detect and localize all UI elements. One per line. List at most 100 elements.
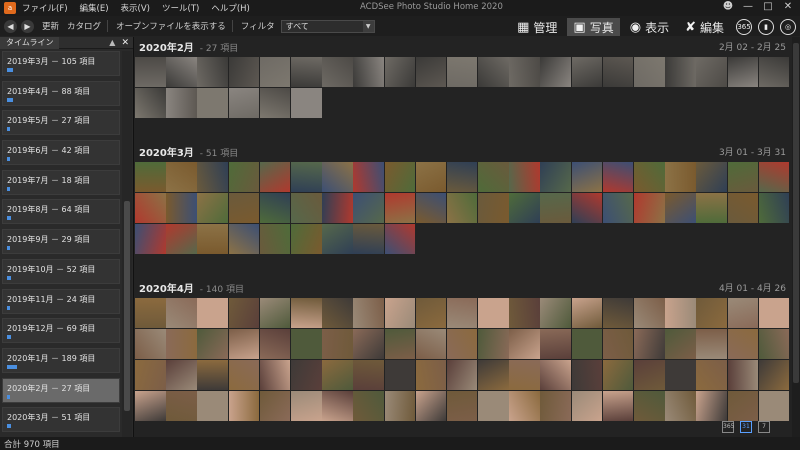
photo-thumbnail[interactable] bbox=[509, 298, 540, 328]
back-icon[interactable]: ◀ bbox=[4, 19, 17, 33]
photo-thumbnail[interactable] bbox=[228, 391, 260, 421]
photo-thumbnail[interactable] bbox=[135, 193, 166, 223]
photo-thumbnail[interactable] bbox=[259, 57, 291, 87]
photo-thumbnail[interactable] bbox=[696, 391, 727, 421]
photo-thumbnail[interactable] bbox=[353, 224, 384, 254]
timeline-item[interactable]: 2019年11月 － 24 項目 bbox=[2, 288, 120, 314]
photo-thumbnail[interactable] bbox=[259, 224, 291, 254]
photo-thumbnail[interactable] bbox=[478, 298, 509, 328]
photo-thumbnail[interactable] bbox=[197, 298, 228, 328]
photo-thumbnail[interactable] bbox=[290, 360, 322, 390]
photo-thumbnail[interactable] bbox=[696, 329, 727, 359]
photo-thumbnail[interactable] bbox=[290, 224, 322, 254]
photo-thumbnail[interactable] bbox=[571, 298, 603, 328]
timeline-item[interactable]: 2019年12月 － 69 項目 bbox=[2, 318, 120, 344]
photo-thumbnail[interactable] bbox=[415, 298, 447, 328]
tab-timeline[interactable]: タイムライン bbox=[0, 36, 60, 49]
photo-thumbnail[interactable] bbox=[540, 57, 572, 87]
calendar-year-icon[interactable]: 365 bbox=[722, 421, 734, 433]
photo-thumbnail[interactable] bbox=[384, 224, 416, 254]
photo-thumbnail[interactable] bbox=[602, 360, 634, 390]
photo-thumbnail[interactable] bbox=[166, 298, 197, 328]
photo-thumbnail[interactable] bbox=[135, 391, 166, 421]
photo-thumbnail[interactable] bbox=[634, 391, 665, 421]
timeline-item[interactable]: 2020年1月 － 189 項目 bbox=[2, 347, 120, 373]
photo-thumbnail[interactable] bbox=[384, 162, 416, 192]
photo-thumbnail[interactable] bbox=[322, 224, 353, 254]
photo-thumbnail[interactable] bbox=[478, 329, 509, 359]
photo-thumbnail[interactable] bbox=[758, 162, 790, 192]
photo-thumbnail[interactable] bbox=[228, 360, 260, 390]
group-header[interactable]: 2020年4月 - 140 項目 4月 01 - 4月 26 bbox=[135, 279, 792, 295]
photo-thumbnail[interactable] bbox=[290, 391, 322, 421]
photo-thumbnail[interactable] bbox=[478, 391, 509, 421]
photo-thumbnail[interactable] bbox=[758, 360, 790, 390]
photo-thumbnail[interactable] bbox=[758, 329, 790, 359]
photo-thumbnail[interactable] bbox=[135, 224, 166, 254]
photo-thumbnail[interactable] bbox=[135, 88, 166, 118]
photo-thumbnail[interactable] bbox=[758, 391, 790, 421]
photo-thumbnail[interactable] bbox=[446, 57, 478, 87]
photo-thumbnail[interactable] bbox=[478, 360, 509, 390]
photo-thumbnail[interactable] bbox=[166, 162, 197, 192]
eye-slash-icon[interactable]: ◎ bbox=[780, 19, 796, 35]
photo-thumbnail[interactable] bbox=[415, 360, 447, 390]
photo-thumbnail[interactable] bbox=[415, 391, 447, 421]
photo-thumbnail[interactable] bbox=[197, 224, 228, 254]
photo-thumbnail[interactable] bbox=[540, 162, 572, 192]
photo-thumbnail[interactable] bbox=[228, 329, 260, 359]
photo-thumbnail[interactable] bbox=[290, 162, 322, 192]
photo-thumbnail[interactable] bbox=[415, 329, 447, 359]
timeline-item[interactable]: 2019年9月 － 29 項目 bbox=[2, 229, 120, 255]
forward-icon[interactable]: ▶ bbox=[21, 19, 34, 33]
photo-thumbnail[interactable] bbox=[634, 193, 665, 223]
timeline-item[interactable]: 2020年3月 － 51 項目 bbox=[2, 407, 120, 433]
menu-view[interactable]: 表示(V) bbox=[121, 2, 150, 14]
photo-thumbnail[interactable] bbox=[540, 360, 572, 390]
photo-thumbnail[interactable] bbox=[228, 162, 260, 192]
photo-thumbnail[interactable] bbox=[540, 329, 572, 359]
photo-thumbnail[interactable] bbox=[634, 57, 665, 87]
chevron-down-icon[interactable]: ▼ bbox=[362, 20, 374, 32]
photo-thumbnail[interactable] bbox=[259, 391, 291, 421]
photo-thumbnail[interactable] bbox=[509, 193, 540, 223]
photo-thumbnail[interactable] bbox=[602, 193, 634, 223]
photo-thumbnail[interactable] bbox=[135, 162, 166, 192]
photo-thumbnail[interactable] bbox=[166, 193, 197, 223]
calendar-month-icon[interactable]: 31 bbox=[740, 421, 752, 433]
close-icon[interactable]: ✕ bbox=[782, 1, 794, 13]
main-scrollbar[interactable] bbox=[792, 37, 800, 437]
photo-thumbnail[interactable] bbox=[665, 162, 696, 192]
timeline-item[interactable]: 2019年6月 － 42 項目 bbox=[2, 140, 120, 166]
timeline-item[interactable]: 2019年4月 － 88 項目 bbox=[2, 80, 120, 106]
filter-select[interactable]: すべて ▼ bbox=[280, 19, 375, 33]
photo-thumbnail[interactable] bbox=[135, 329, 166, 359]
photo-thumbnail[interactable] bbox=[727, 329, 759, 359]
photo-thumbnail[interactable] bbox=[353, 57, 384, 87]
timeline-item[interactable]: 2019年8月 － 64 項目 bbox=[2, 199, 120, 225]
group-header[interactable]: 2020年2月 - 27 項目 2月 02 - 2月 25 bbox=[135, 38, 792, 54]
photo-thumbnail[interactable] bbox=[322, 193, 353, 223]
photo-thumbnail[interactable] bbox=[290, 193, 322, 223]
photo-thumbnail[interactable] bbox=[602, 57, 634, 87]
photo-thumbnail[interactable] bbox=[290, 88, 322, 118]
photo-thumbnail[interactable] bbox=[696, 298, 727, 328]
photo-thumbnail[interactable] bbox=[197, 57, 228, 87]
photo-thumbnail[interactable] bbox=[571, 329, 603, 359]
photo-thumbnail[interactable] bbox=[696, 193, 727, 223]
photo-thumbnail[interactable] bbox=[665, 298, 696, 328]
photo-thumbnail[interactable] bbox=[602, 391, 634, 421]
photo-thumbnail[interactable] bbox=[197, 391, 228, 421]
photo-thumbnail[interactable] bbox=[665, 360, 696, 390]
account-icon[interactable]: ☻ bbox=[722, 1, 734, 13]
photo-thumbnail[interactable] bbox=[322, 162, 353, 192]
photo-thumbnail[interactable] bbox=[665, 57, 696, 87]
refresh-button[interactable]: 更新 bbox=[42, 20, 59, 32]
photo-thumbnail[interactable] bbox=[634, 162, 665, 192]
mode-edit[interactable]: ✘ 編集 bbox=[679, 18, 730, 36]
timeline-item[interactable]: 2019年3月 － 105 項目 bbox=[2, 51, 120, 76]
photo-thumbnail[interactable] bbox=[415, 162, 447, 192]
photo-thumbnail[interactable] bbox=[353, 162, 384, 192]
photo-thumbnail[interactable] bbox=[259, 298, 291, 328]
photo-thumbnail[interactable] bbox=[665, 329, 696, 359]
